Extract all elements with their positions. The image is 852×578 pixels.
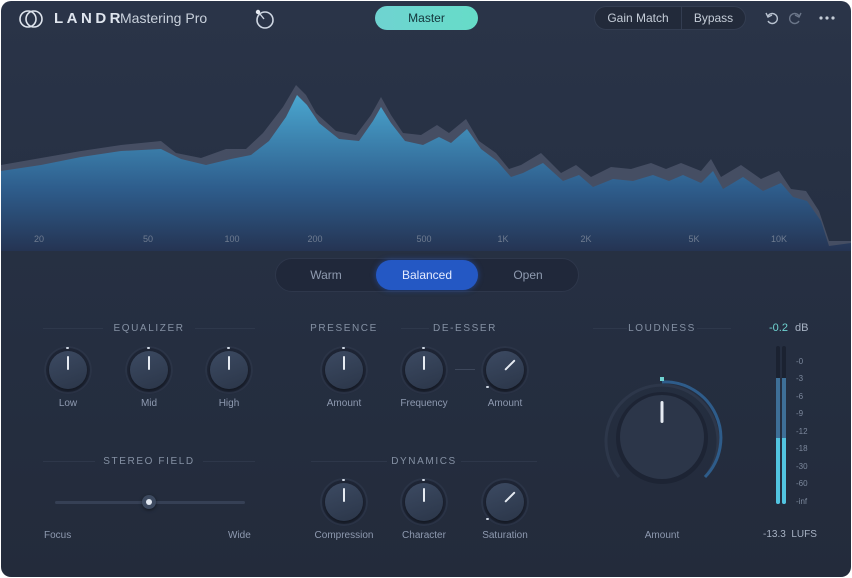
stereo-field-title: STEREO FIELD (103, 456, 195, 467)
stereo-wide-label: Wide (228, 530, 251, 541)
meter-tick: -30 (796, 462, 808, 471)
loudness-title: LOUDNESS (628, 323, 696, 334)
divider (43, 328, 103, 329)
lufs-unit: LUFS (791, 529, 817, 540)
stereo-focus-label: Focus (44, 530, 72, 541)
loudness-amount-knob[interactable] (601, 377, 723, 499)
eq-low-label: Low (58, 398, 78, 409)
eq-low-knob[interactable] (44, 346, 92, 394)
de-esser-amount-knob[interactable] (481, 346, 529, 394)
de-esser-frequency-label: Frequency (400, 398, 448, 409)
spectrum-fill (1, 95, 851, 251)
character-label: Character (402, 530, 446, 541)
brand-name: LANDR (54, 10, 124, 27)
character-knob[interactable] (400, 478, 448, 526)
top-toggle-group: Gain Match Bypass (594, 6, 746, 30)
more-options-icon[interactable] (819, 16, 835, 20)
stereo-field-thumb[interactable] (142, 495, 156, 509)
meter-tick: -6 (796, 392, 804, 401)
divider (195, 328, 255, 329)
lufs-readout: -13.3 LUFS (763, 529, 817, 540)
app-window: LANDR Mastering Pro Master Gain Match By… (1, 1, 851, 577)
meter-tick: -inf (796, 497, 808, 506)
de-esser-frequency-knob[interactable] (400, 346, 448, 394)
undo-icon[interactable] (765, 11, 779, 25)
lufs-value: -13.3 (763, 529, 786, 540)
freq-label: 20 (33, 234, 45, 244)
tone-option-balanced[interactable]: Balanced (376, 260, 478, 290)
saturation-knob[interactable] (481, 478, 529, 526)
eq-high-knob[interactable] (205, 346, 253, 394)
presence-title: PRESENCE (310, 323, 378, 334)
gain-match-button[interactable]: Gain Match (595, 7, 681, 29)
product-name: Mastering Pro (120, 10, 208, 26)
presence-amount-knob[interactable] (320, 346, 368, 394)
meter-tick: -9 (796, 409, 804, 418)
freq-label: 10K (770, 234, 788, 244)
divider (697, 328, 731, 329)
bypass-button[interactable]: Bypass (682, 7, 745, 29)
eq-mid-label: Mid (140, 398, 158, 409)
presence-amount-label: Amount (326, 398, 362, 409)
tone-option-warm[interactable]: Warm (276, 259, 376, 291)
compression-knob[interactable] (320, 478, 368, 526)
meter-tick: -3 (796, 374, 804, 383)
link-line (455, 369, 475, 370)
reference-icon[interactable] (252, 7, 276, 31)
saturation-label: Saturation (482, 530, 528, 541)
freq-label: 2K (580, 234, 592, 244)
meter-tick: -18 (796, 444, 808, 453)
meter-tick: -12 (796, 427, 808, 436)
loudness-amount-label: Amount (644, 530, 680, 541)
spectrum-analyzer (1, 85, 851, 251)
dynamics-title: DYNAMICS (391, 456, 457, 467)
freq-label: 1K (497, 234, 509, 244)
equalizer-title: EQUALIZER (113, 323, 185, 334)
divider (203, 461, 255, 462)
meter-tick: -0 (796, 357, 804, 366)
redo-icon[interactable] (788, 11, 802, 25)
peak-value: -0.2 (769, 322, 788, 334)
freq-label: 100 (224, 234, 240, 244)
divider (461, 461, 537, 462)
eq-high-label: High (218, 398, 240, 409)
meter-left (776, 346, 780, 504)
freq-label: 500 (416, 234, 432, 244)
master-button[interactable]: Master (375, 6, 478, 30)
tone-option-open[interactable]: Open (478, 259, 578, 291)
divider (311, 461, 387, 462)
compression-label: Compression (314, 530, 374, 541)
freq-label: 200 (307, 234, 323, 244)
de-esser-title: DE-ESSER (433, 323, 497, 334)
divider (593, 328, 627, 329)
meter-tick: -60 (796, 479, 808, 488)
divider (43, 461, 95, 462)
freq-label: 5K (688, 234, 700, 244)
peak-unit: dB (795, 322, 809, 334)
freq-label: 50 (142, 234, 154, 244)
de-esser-amount-label: Amount (487, 398, 523, 409)
landr-logo-icon (19, 10, 43, 28)
eq-mid-knob[interactable] (125, 346, 173, 394)
meter-right (782, 346, 786, 504)
divider (401, 328, 429, 329)
tone-selector: Warm Balanced Open (275, 258, 579, 292)
